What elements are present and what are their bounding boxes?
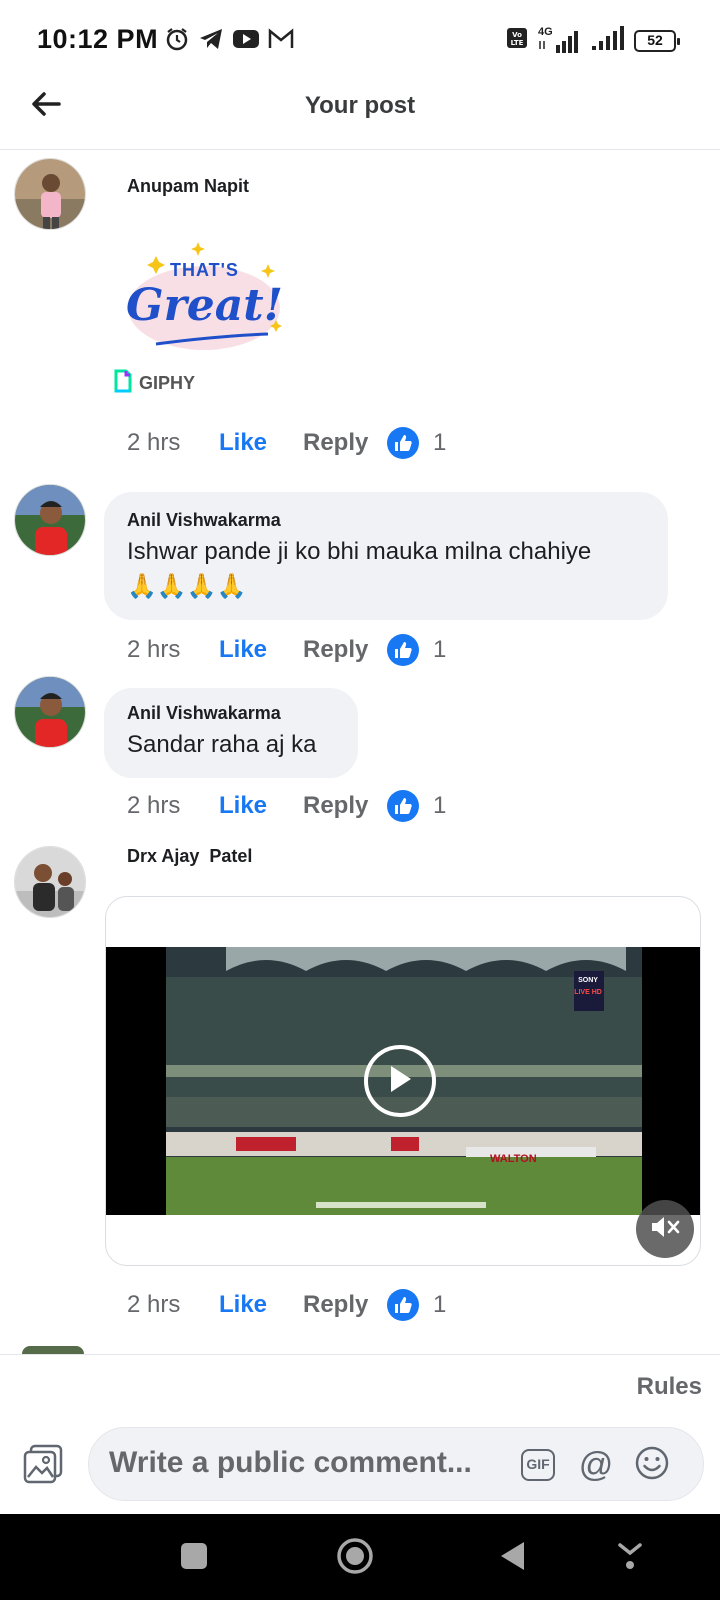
channel-logo: SONY LIVE HD — [574, 975, 602, 999]
page-title: Your post — [304, 92, 416, 119]
system-icons: Vo LTE 4G 52 — [506, 24, 680, 57]
gif-text-main: Great! — [126, 280, 283, 331]
comment-actions: 2 hrs Like Reply 1 — [127, 632, 446, 668]
youtube-icon — [232, 28, 260, 55]
reply-button[interactable]: Reply — [303, 792, 387, 820]
home-circle-icon — [336, 1537, 374, 1580]
comment-author[interactable]: Anil Vishwakarma — [127, 510, 281, 531]
comment-time[interactable]: 2 hrs — [127, 1291, 219, 1319]
mention-button[interactable]: @ — [577, 1446, 615, 1484]
reply-button[interactable]: Reply — [303, 429, 387, 457]
gif-sticker[interactable]: THAT'S Great! — [120, 240, 290, 360]
comment-actions: 2 hrs Like Reply 1 — [127, 788, 446, 824]
like-count[interactable]: 1 — [433, 429, 446, 457]
play-button[interactable] — [364, 1045, 436, 1117]
like-button[interactable]: Like — [219, 792, 303, 820]
signal-icon — [590, 24, 626, 57]
battery-indicator: 52 — [634, 29, 680, 52]
emoji-button[interactable] — [633, 1446, 671, 1484]
comment-placeholder: Write a public comment... — [109, 1446, 472, 1479]
gif-text-top: THAT'S — [170, 260, 239, 280]
video-player[interactable]: SONY LIVE HD WALTON — [106, 947, 700, 1215]
avatar[interactable] — [14, 158, 86, 230]
signal-4g-icon: 4G — [536, 26, 582, 55]
keyboard-hide-button[interactable] — [608, 1536, 652, 1580]
back-nav-button[interactable] — [490, 1536, 534, 1580]
avatar[interactable] — [14, 484, 86, 556]
comment-actions: 2 hrs Like Reply 1 — [127, 425, 446, 461]
gmail-icon — [268, 28, 294, 55]
like-button[interactable]: Like — [219, 636, 303, 664]
mute-button[interactable] — [636, 1200, 694, 1258]
comment-author[interactable]: Drx Ajay Patel — [127, 846, 252, 867]
thumbs-up-icon[interactable] — [387, 1289, 419, 1321]
comment-actions: 2 hrs Like Reply 1 — [127, 1287, 446, 1323]
avatar[interactable] — [14, 846, 86, 918]
gif-icon: GIF — [521, 1449, 555, 1481]
telegram-icon — [198, 27, 224, 56]
at-icon: @ — [578, 1446, 614, 1484]
header: Your post — [0, 80, 720, 150]
thumbs-up-icon[interactable] — [387, 634, 419, 666]
avatar[interactable] — [14, 676, 86, 748]
comment-time[interactable]: 2 hrs — [127, 792, 219, 820]
like-count[interactable]: 1 — [433, 1291, 446, 1319]
sponsor-board-text: WALTON — [490, 1153, 537, 1165]
like-count[interactable]: 1 — [433, 792, 446, 820]
status-time: 10:12 PM — [37, 24, 159, 54]
comment-author[interactable]: Anil Vishwakarma — [127, 703, 281, 724]
next-comment-avatar — [22, 1346, 84, 1354]
like-count[interactable]: 1 — [433, 636, 446, 664]
recents-button[interactable] — [172, 1536, 216, 1580]
comment-time[interactable]: 2 hrs — [127, 429, 219, 457]
comment-time[interactable]: 2 hrs — [127, 636, 219, 664]
reply-button[interactable]: Reply — [303, 1291, 387, 1319]
speaker-muted-icon — [650, 1215, 680, 1244]
photo-button[interactable] — [22, 1443, 64, 1485]
giphy-label: GIPHY — [139, 373, 196, 393]
gif-button[interactable]: GIF — [519, 1446, 557, 1484]
svg-text:LTE: LTE — [511, 39, 524, 47]
video-attachment[interactable]: SONY LIVE HD WALTON — [105, 896, 701, 1266]
svg-text:Vo: Vo — [512, 31, 522, 39]
comment-input[interactable]: Write a public comment... GIF @ — [88, 1427, 704, 1501]
like-button[interactable]: Like — [219, 429, 303, 457]
play-icon — [387, 1064, 413, 1099]
giphy-attribution: GIPHY — [113, 368, 195, 399]
comment-text: Sandar raha aj ka — [127, 731, 317, 758]
comment-emoji: 🙏🙏🙏🙏 — [127, 573, 247, 600]
alarm-icon — [164, 26, 190, 57]
navigation-bar — [0, 1514, 720, 1600]
smiley-icon — [634, 1445, 670, 1486]
reply-button[interactable]: Reply — [303, 636, 387, 664]
home-button[interactable] — [333, 1536, 377, 1580]
like-button[interactable]: Like — [219, 1291, 303, 1319]
thumbs-up-icon[interactable] — [387, 790, 419, 822]
thumbs-up-icon[interactable] — [387, 427, 419, 459]
notification-icons — [164, 26, 294, 57]
comment-text: Ishwar pande ji ko bhi mauka milna chahi… — [127, 538, 592, 565]
comment-author[interactable]: Anupam Napit — [127, 176, 249, 197]
triangle-back-icon — [498, 1540, 526, 1577]
channel-logo-text: SONY — [578, 977, 598, 984]
status-bar: 10:12 PM Vo LTE 4G 52 — [0, 0, 720, 80]
square-icon — [180, 1542, 208, 1575]
chevron-down-icon — [617, 1541, 643, 1576]
rules-link[interactable]: Rules — [637, 1373, 702, 1401]
giphy-logo-icon — [113, 368, 133, 399]
image-icon — [22, 1444, 64, 1489]
channel-logo-live: LIVE HD — [574, 989, 602, 996]
volte-icon: Vo LTE — [506, 26, 528, 55]
comment-composer: Rules Write a public comment... GIF @ — [0, 1354, 720, 1514]
